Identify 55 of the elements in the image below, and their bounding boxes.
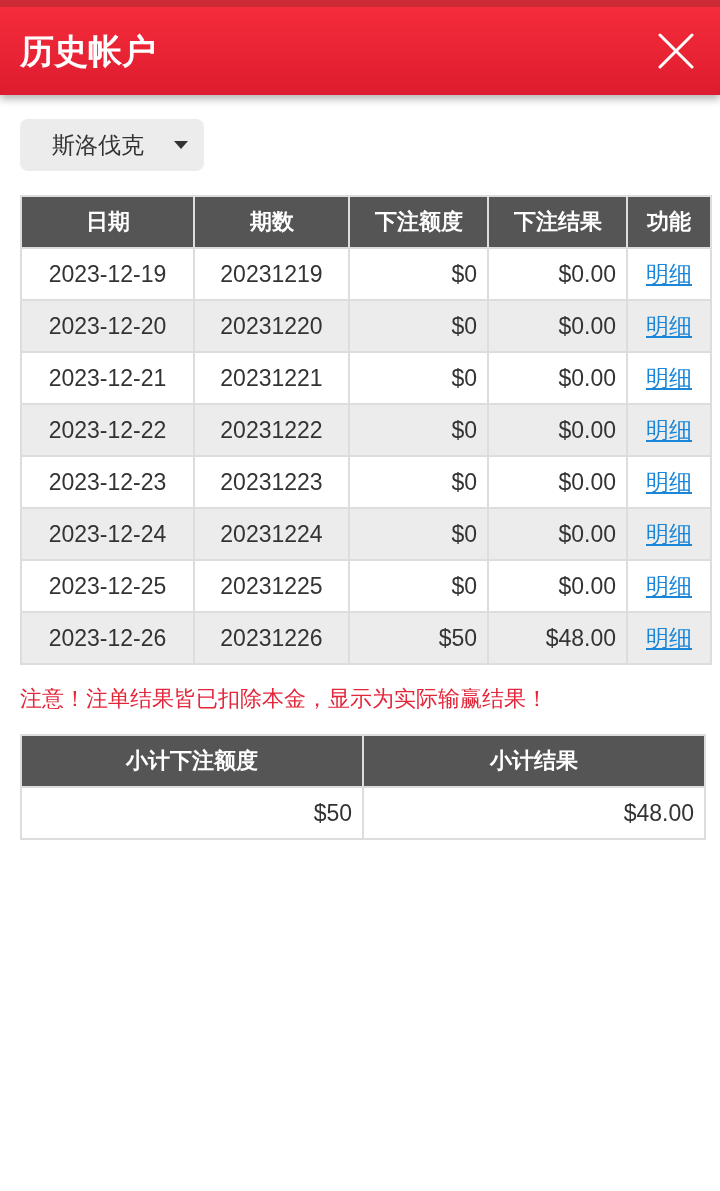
table-cell: $0 bbox=[349, 560, 488, 612]
table-cell: 2023-12-26 bbox=[21, 612, 194, 664]
table-cell: 2023-12-22 bbox=[21, 404, 194, 456]
table-cell: $48.00 bbox=[488, 612, 627, 664]
table-cell: 20231223 bbox=[194, 456, 349, 508]
table-cell: 20231225 bbox=[194, 560, 349, 612]
table-cell: 2023-12-21 bbox=[21, 352, 194, 404]
column-header: 功能 bbox=[627, 196, 711, 248]
table-cell: 2023-12-23 bbox=[21, 456, 194, 508]
table-cell: $0.00 bbox=[488, 404, 627, 456]
close-icon bbox=[658, 33, 694, 69]
table-cell: $48.00 bbox=[363, 787, 705, 839]
table-cell: 2023-12-20 bbox=[21, 300, 194, 352]
table-cell: $0.00 bbox=[488, 248, 627, 300]
detail-link[interactable]: 明细 bbox=[646, 312, 692, 339]
caret-icon bbox=[174, 141, 188, 149]
region-dropdown[interactable]: 斯洛伐克 bbox=[20, 119, 204, 171]
close-button[interactable] bbox=[658, 33, 694, 69]
page-title: 历史帐户 bbox=[20, 31, 156, 72]
table-cell: 20231220 bbox=[194, 300, 349, 352]
table-cell: $0 bbox=[349, 508, 488, 560]
table-cell: $0 bbox=[349, 404, 488, 456]
column-header: 日期 bbox=[21, 196, 194, 248]
detail-link[interactable]: 明细 bbox=[646, 468, 692, 495]
table-cell: $0.00 bbox=[488, 300, 627, 352]
column-header: 小计下注额度 bbox=[21, 735, 363, 787]
table-cell: $0.00 bbox=[488, 352, 627, 404]
detail-link[interactable]: 明细 bbox=[646, 624, 692, 651]
table-cell: 20231221 bbox=[194, 352, 349, 404]
column-header: 期数 bbox=[194, 196, 349, 248]
notice-text: 注意！注单结果皆已扣除本金，显示为实际输赢结果！ bbox=[20, 685, 549, 713]
table-cell: $0 bbox=[349, 456, 488, 508]
detail-link[interactable]: 明细 bbox=[646, 572, 692, 599]
table-cell: $0.00 bbox=[488, 508, 627, 560]
column-header: 小计结果 bbox=[363, 735, 705, 787]
detail-link[interactable]: 明细 bbox=[646, 520, 692, 547]
table-cell: $50 bbox=[349, 612, 488, 664]
table-cell: 20231226 bbox=[194, 612, 349, 664]
table-cell: $50 bbox=[21, 787, 363, 839]
table-cell: 2023-12-25 bbox=[21, 560, 194, 612]
detail-link[interactable]: 明细 bbox=[646, 364, 692, 391]
table-cell: $0 bbox=[349, 248, 488, 300]
detail-link[interactable]: 明细 bbox=[646, 260, 692, 287]
detail-link[interactable]: 明细 bbox=[646, 416, 692, 443]
table-cell: 20231224 bbox=[194, 508, 349, 560]
table-cell: $0 bbox=[349, 352, 488, 404]
table-cell: 20231222 bbox=[194, 404, 349, 456]
table-cell: 2023-12-24 bbox=[21, 508, 194, 560]
table-cell: $0.00 bbox=[488, 560, 627, 612]
table-cell: 2023-12-19 bbox=[21, 248, 194, 300]
table-cell: $0.00 bbox=[488, 456, 627, 508]
table-cell: 20231219 bbox=[194, 248, 349, 300]
column-header: 下注额度 bbox=[349, 196, 488, 248]
table-cell: $0 bbox=[349, 300, 488, 352]
column-header: 下注结果 bbox=[488, 196, 627, 248]
